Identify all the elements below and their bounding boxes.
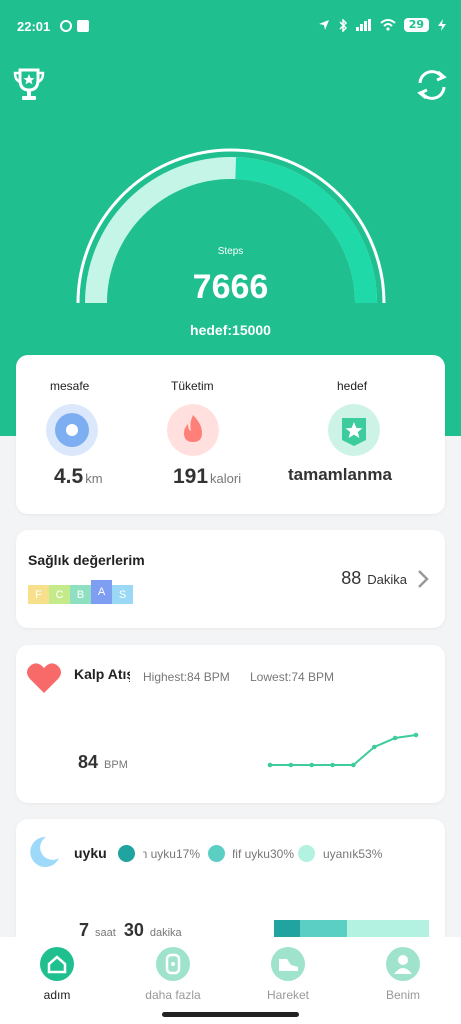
heart-rate-card[interactable]: Kalp Atışı Highest:84 BPM Lowest:74 BPM … (16, 645, 445, 803)
location-icon (318, 20, 329, 30)
heart-rate-current-row: 84 BPM (78, 752, 128, 773)
nav-profile-label: Benim (385, 988, 420, 1002)
goal-status: tamamlanma (288, 465, 392, 484)
heart-rate-current: 84 (78, 752, 99, 772)
watch-icon (156, 947, 190, 981)
calories-stat[interactable]: Tüketim 191 kalori (156, 355, 296, 514)
health-minutes-label: Dakika (367, 572, 407, 587)
heart-rate-point (413, 732, 419, 738)
goal-stat[interactable]: hedef tamamlanma (286, 355, 436, 514)
signal-icon (355, 19, 371, 31)
steps-label: Steps (217, 246, 244, 257)
goal-star-icon (328, 404, 380, 456)
heart-rate-title: Kalp Atışı (74, 666, 130, 682)
grade-badge-a: A (91, 580, 112, 604)
grade-badge-s: S (112, 585, 133, 604)
deep-sleep-dot (118, 845, 135, 862)
sleep-bar-deep (274, 920, 301, 937)
chevron-right-icon[interactable] (417, 569, 429, 589)
grade-badge-b: B (70, 585, 91, 604)
deep-sleep-label: derin uyku17% (143, 846, 200, 861)
status-notification-icons (60, 20, 89, 32)
heart-rate-point (330, 762, 335, 768)
heart-rate-chart (267, 732, 419, 768)
health-grade-badges: F C B A S (28, 580, 133, 604)
health-minutes: 88 Dakika (341, 568, 407, 589)
shoe-icon (271, 947, 305, 981)
status-system-icons: 29 (318, 18, 447, 32)
awake-label: uyanık53% (323, 846, 383, 861)
nav-more-label: daha fazla (145, 988, 201, 1002)
heart-rate-lowest: Lowest:74 BPM (250, 670, 335, 684)
calories-value-row: 191 kalori (156, 465, 296, 489)
heart-rate-point (288, 762, 294, 768)
heart-rate-point (351, 762, 356, 768)
battery-level: 29 (403, 18, 429, 32)
heart-icon (27, 663, 61, 693)
calories-unit: kalori (210, 471, 242, 486)
home-icon (40, 947, 74, 981)
heart-rate-unit: BPM (104, 759, 128, 771)
calories-value: 191 (173, 465, 209, 488)
distance-value: 4.5 (54, 465, 84, 488)
home-indicator (162, 1012, 299, 1017)
user-icon (386, 947, 420, 981)
heart-rate-point (309, 762, 314, 768)
nav-more[interactable]: daha fazla (128, 947, 218, 1011)
light-sleep-dot (208, 845, 225, 862)
sync-icon[interactable] (414, 67, 450, 103)
health-title: Sağlık değerlerim (28, 552, 145, 568)
light-sleep-label: hafif uyku30% (233, 846, 294, 861)
distance-stat[interactable]: mesafe 4.5 km (16, 355, 156, 514)
flame-icon (167, 404, 219, 456)
steps-goal: hedef:15000 (190, 322, 271, 338)
trophy-icon[interactable] (12, 67, 46, 103)
legend-deep-sleep: derin uyku17% (118, 845, 200, 862)
goal-label: hedef (337, 379, 368, 393)
grade-badge-f: F (28, 585, 49, 604)
location-pin-icon (46, 404, 98, 456)
nav-steps[interactable]: adım (12, 947, 102, 1011)
alarm-icon (60, 20, 72, 32)
nav-activity-label: Hareket (266, 988, 310, 1002)
legend-light-sleep: hafif uyku30% (208, 845, 294, 862)
nav-activity[interactable]: Hareket (243, 947, 333, 1011)
health-minutes-value: 88 (341, 568, 362, 588)
distance-unit: km (85, 471, 103, 486)
heart-rate-point (267, 762, 273, 768)
status-bar: 22:01 29 (0, 0, 461, 52)
goal-status-row: tamamlanma (286, 465, 436, 485)
notification-icon (77, 20, 89, 32)
sleep-bar-awake (346, 920, 429, 937)
wifi-icon (380, 19, 396, 31)
sleep-bar-light (300, 920, 347, 937)
steps-value: 7666 (192, 268, 269, 306)
heart-rate-point (372, 744, 377, 750)
charging-icon (438, 19, 446, 31)
bluetooth-icon (339, 18, 347, 32)
grade-badge-c: C (49, 585, 70, 604)
activity-stats-card: mesafe 4.5 km Tüketim 191 kalori hedef tam… (16, 355, 445, 514)
heart-rate-highest: Highest:84 BPM (143, 670, 230, 684)
calories-label: Tüketim (171, 379, 214, 393)
moon-icon (30, 836, 59, 867)
status-time: 22:01 (17, 19, 51, 34)
legend-awake: uyanık53% (298, 845, 382, 862)
bottom-navigation: adım daha fazla Hareket Benim (0, 937, 461, 1024)
nav-profile[interactable]: Benim (358, 947, 448, 1011)
distance-label: mesafe (50, 379, 90, 393)
sleep-distribution-bar (274, 920, 429, 937)
awake-dot (298, 845, 315, 862)
distance-value-row: 4.5 km (16, 465, 156, 489)
nav-steps-label: adım (43, 988, 71, 1002)
health-values-card[interactable]: Sağlık değerlerim F C B A S 88 Dakika (16, 530, 445, 628)
sleep-title: uyku (74, 845, 107, 861)
heart-rate-point (392, 735, 398, 741)
